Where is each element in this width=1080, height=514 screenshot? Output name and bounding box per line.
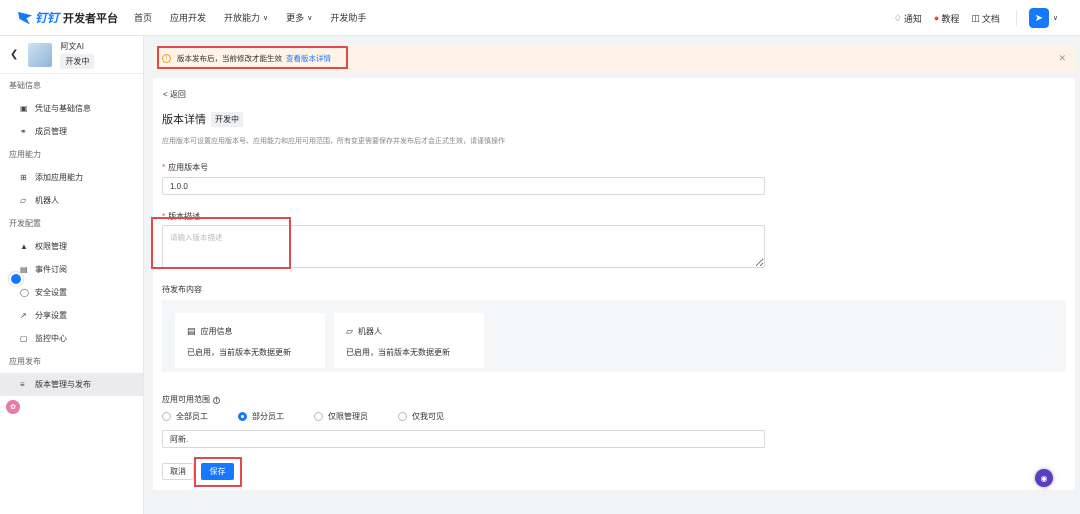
top-navbar: 钉钉 开发者平台 首页 应用开发 开放能力 ∨ 更多 ∨ 开发助手 ♢ 通知 ● 教程 … [0,0,1080,36]
pending-card-robot: ▱ 机器人 已启用，当前版本无数据更新 [334,313,484,368]
robot-icon: ▱ [20,196,27,205]
shield-icon: ◯ [20,288,29,297]
scope-label: 应用可用范围 i [162,394,220,405]
highlight-box-alert [157,46,348,69]
nav-home[interactable]: 首页 [134,11,152,24]
version-input[interactable] [162,177,765,195]
book-icon: ◫ [971,12,980,23]
group-title-dev-config: 开发配置 [9,219,41,228]
monitor-icon: ▢ [20,334,28,343]
app-header: ❮ 阿文AI 开发中 [0,36,143,74]
pending-label: 待发布内容 [162,285,202,294]
chevron-down-icon: ∨ [263,14,269,22]
sidebar-item-add-capability[interactable]: ⊞ 添加应用能力 [0,166,143,189]
floating-plugin-icon[interactable]: ✿ [6,400,20,414]
tutorial-button[interactable]: ● 教程 [934,12,959,25]
layers-icon: ≡ [20,380,25,389]
page-title: 版本详情 开发中 [162,111,243,127]
group-title-capability: 应用能力 [9,150,41,159]
nav-more[interactable]: 更多 ∨ [286,11,312,24]
sidebar-item-permissions[interactable]: ▲ 权限管理 [0,235,143,258]
top-right-actions: ♢ 通知 ● 教程 ◫ 文档 ➤ ∨ [894,0,1080,36]
group-title-basic: 基础信息 [9,81,41,90]
version-label: * 应用版本号 [162,163,209,172]
floating-assistant-icon[interactable] [9,272,23,286]
bell-icon: ♢ [893,12,902,23]
info-icon[interactable]: i [213,397,220,404]
sidebar-item-version-release[interactable]: ≡ 版本管理与发布 [0,373,143,396]
cancel-button[interactable]: 取消 [162,463,194,480]
scope-radio-group: 全部员工 部分员工 仅限管理员 仅我可见 [162,411,474,422]
chevron-down-icon[interactable]: ∨ [1053,14,1058,22]
robot-icon: ▱ [346,326,353,336]
radio-only-me[interactable]: 仅我可见 [398,411,444,422]
status-badge: 开发中 [211,111,243,127]
sidebar-item-security[interactable]: ◯ 安全设置 [0,281,143,304]
close-icon[interactable]: ✕ [1058,53,1066,64]
version-detail-card: < 返回 版本详情 开发中 应用版本可设置应用版本号、应用能力和应用可用范围，所… [153,78,1075,490]
group-title-release: 应用发布 [9,357,41,366]
nav-open-capability[interactable]: 开放能力 ∨ [224,11,268,24]
chevron-left-icon: < [163,90,168,99]
nav-dev-assistant[interactable]: 开发助手 [330,11,366,24]
share-icon: ↗ [20,311,27,320]
sidebar-item-credentials[interactable]: ▣ 凭证与基础信息 [0,97,143,120]
grid-icon: ⊞ [20,173,27,182]
app-status-badge: 开发中 [60,53,95,69]
radio-partial-staff[interactable]: 部分员工 [238,411,284,422]
pending-card-app-info: ▤ 应用信息 已启用，当前版本无数据更新 [175,313,325,368]
chevron-left-icon[interactable]: ❮ [10,49,18,60]
radio-admin-only[interactable]: 仅限管理员 [314,411,368,422]
event-icon: ▤ [20,265,28,274]
chevron-down-icon: ∨ [307,14,313,22]
document-icon: ▣ [20,104,28,113]
sidebar-item-members[interactable]: ⚭ 成员管理 [0,120,143,143]
nav-app-dev[interactable]: 应用开发 [170,11,206,24]
highlight-box-save [194,457,242,487]
app-thumbnail [28,42,53,67]
scope-member-input[interactable] [162,430,765,448]
app-window-icon: ▤ [187,326,196,336]
location-icon: ● [933,13,940,23]
logo-brand: 钉钉 [35,11,60,25]
radio-all-staff[interactable]: 全部员工 [162,411,208,422]
docs-button[interactable]: ◫ 文档 [971,12,1000,25]
back-link[interactable]: < 返回 [163,89,186,100]
logo-title: 开发者平台 [63,12,119,25]
pending-content-box: ▤ 应用信息 已启用，当前版本无数据更新 ▱ 机器人 已启用，当前版本无数据更新 [162,300,1066,372]
main-nav: 首页 应用开发 开放能力 ∨ 更多 ∨ 开发助手 [134,11,384,24]
sidebar-item-robot[interactable]: ▱ 机器人 [0,189,143,212]
user-avatar[interactable]: ➤ [1028,8,1049,28]
user-icon: ⚭ [20,127,27,136]
notify-button[interactable]: ♢ 通知 [894,12,922,25]
page-description: 应用版本可设置应用版本号、应用能力和应用可用范围，所有变更需要保存并发布后才会正… [162,138,505,145]
sidebar-item-monitor[interactable]: ▢ 监控中心 [0,327,143,350]
dingtalk-icon: ➤ [1034,12,1044,24]
highlight-box-description [151,217,291,269]
chat-bot-icon[interactable]: ◉ [1035,469,1053,487]
dingtalk-logo-icon [18,11,32,25]
divider [1015,10,1017,26]
sidebar-item-share[interactable]: ↗ 分享设置 [0,304,143,327]
logo[interactable]: 钉钉 开发者平台 [18,9,128,26]
app-name: 阿文AI [60,41,84,51]
lock-icon: ▲ [20,242,28,251]
